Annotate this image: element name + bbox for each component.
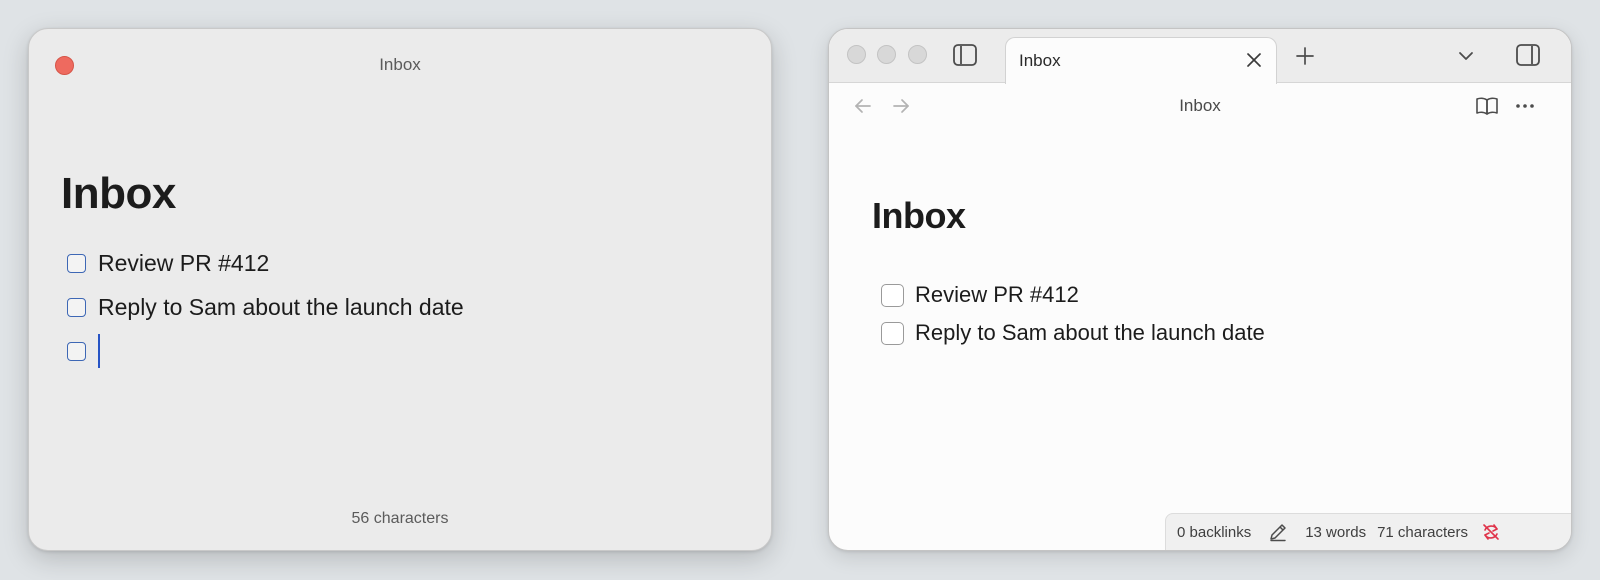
note-heading[interactable]: Inbox [61, 169, 176, 219]
new-tab-icon[interactable] [1293, 44, 1317, 68]
character-count: 56 characters [351, 510, 449, 527]
app-window: Inbox Inbox Inbox Review PR #412 Reply t… [828, 28, 1572, 551]
task-list: Review PR #412 Reply to Sam about the la… [881, 276, 1265, 352]
task-checkbox[interactable] [67, 297, 86, 317]
task-item [67, 329, 464, 373]
task-item: Review PR #412 [881, 276, 1265, 314]
minimize-window-button[interactable] [877, 45, 896, 64]
close-icon[interactable] [1244, 50, 1264, 70]
sidebar-toggle-icon[interactable] [952, 42, 978, 68]
note-heading[interactable]: Inbox [872, 195, 966, 237]
task-label[interactable]: Reply to Sam about the launch date [915, 320, 1265, 346]
zoom-window-button[interactable] [908, 45, 927, 64]
right-sidebar-icon[interactable] [1515, 42, 1541, 68]
text-cursor [98, 334, 100, 368]
nav-bar: Inbox [829, 84, 1571, 128]
tab-list-chevron-icon[interactable] [1455, 45, 1477, 67]
task-item: Reply to Sam about the launch date [881, 314, 1265, 352]
backlinks-count[interactable]: 0 backlinks [1177, 524, 1251, 541]
more-options-icon[interactable] [1513, 95, 1537, 117]
pencil-icon[interactable] [1267, 521, 1289, 543]
quick-note-window: Inbox Inbox Review PR #412 Reply to Sam … [28, 28, 772, 551]
window-title: Inbox [379, 55, 421, 74]
task-checkbox[interactable] [881, 283, 904, 307]
tab-inbox[interactable]: Inbox [1005, 37, 1277, 84]
task-label[interactable]: Review PR #412 [915, 282, 1079, 308]
task-item: Reply to Sam about the launch date [67, 285, 464, 329]
task-checkbox[interactable] [881, 321, 904, 345]
tab-bar: Inbox [829, 29, 1571, 84]
word-count: 13 words [1305, 523, 1367, 541]
tab-label: Inbox [1019, 51, 1061, 70]
task-label[interactable]: Review PR #412 [98, 250, 269, 277]
note-title[interactable]: Inbox [829, 96, 1571, 116]
task-label[interactable]: Reply to Sam about the launch date [98, 294, 464, 321]
task-checkbox[interactable] [67, 253, 86, 273]
character-count: 71 characters [1377, 523, 1468, 541]
task-item: Review PR #412 [67, 241, 464, 285]
close-window-button[interactable] [847, 45, 866, 64]
task-list: Review PR #412 Reply to Sam about the la… [67, 241, 464, 373]
task-checkbox[interactable] [67, 341, 86, 361]
status-bar: 0 backlinks 13 words 71 characters [1165, 513, 1571, 550]
sync-error-icon[interactable] [1480, 521, 1502, 543]
book-open-icon[interactable] [1475, 95, 1499, 117]
